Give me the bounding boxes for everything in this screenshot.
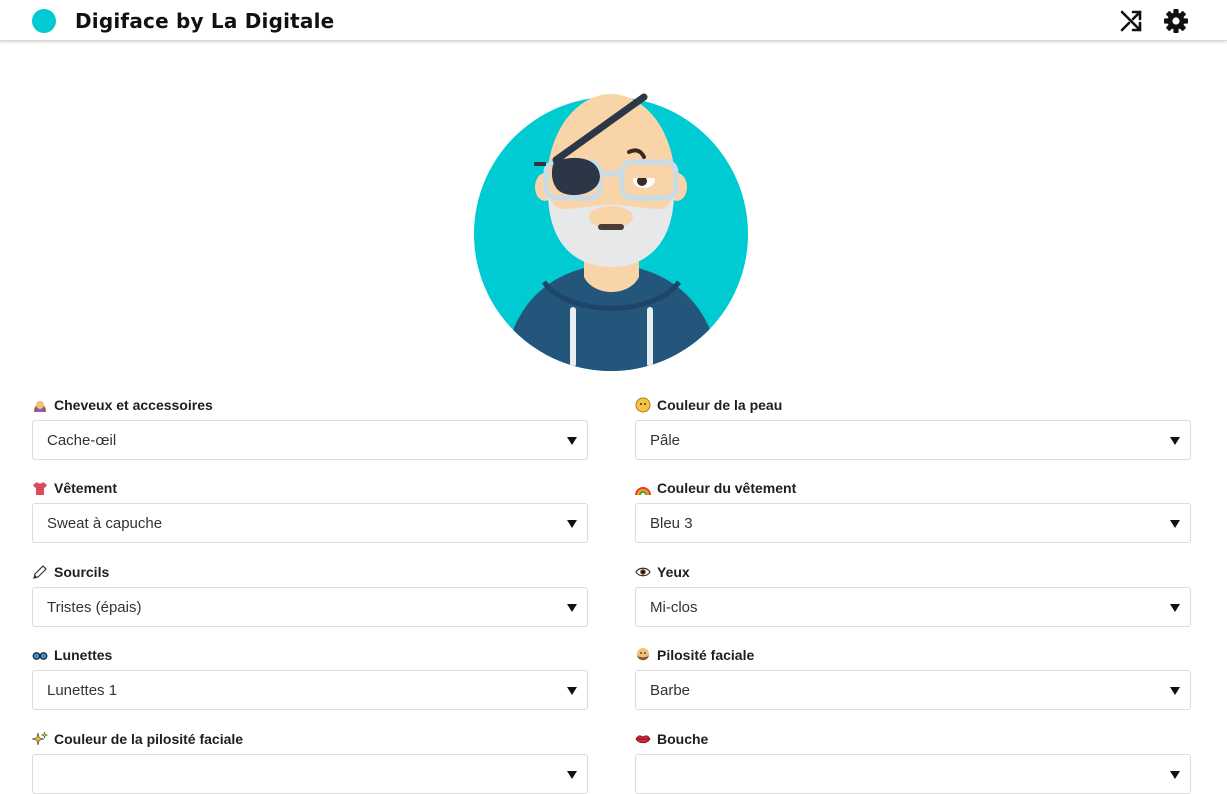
field-label: Sourcils xyxy=(32,563,588,581)
chevron-down-icon xyxy=(1170,771,1180,779)
select-value: Cache-œil xyxy=(47,432,117,449)
select-sourcils[interactable]: Tristes (épais) xyxy=(32,587,588,627)
field-vetement: Vêtement Sweat à capuche xyxy=(32,479,588,543)
sparkles-icon xyxy=(31,731,49,747)
person-hair-icon xyxy=(32,397,48,413)
eye-icon xyxy=(635,564,651,580)
field-label: Couleur du vêtement xyxy=(635,479,1191,497)
select-value: Sweat à capuche xyxy=(47,515,163,532)
avatar-preview xyxy=(474,93,748,371)
field-couleur-vetement: Couleur du vêtement Bleu 3 xyxy=(635,479,1191,543)
field-label: Lunettes xyxy=(32,646,588,664)
field-label: Couleur de la peau xyxy=(635,396,1191,414)
chevron-down-icon xyxy=(1170,687,1180,695)
select-value: Lunettes 1 xyxy=(47,682,118,699)
select-pilosite[interactable]: Barbe xyxy=(635,670,1191,710)
bearded-face-icon xyxy=(635,647,651,663)
field-bouche: Bouche xyxy=(635,730,1191,794)
chevron-down-icon xyxy=(567,604,577,612)
pencil-icon xyxy=(32,564,48,580)
field-label: Pilosité faciale xyxy=(635,646,1191,664)
field-lunettes: Lunettes Lunettes 1 xyxy=(32,646,588,710)
field-yeux: Yeux Mi-clos xyxy=(635,563,1191,627)
app-title: Digiface by La Digitale xyxy=(75,9,335,33)
select-value: Barbe xyxy=(650,682,691,699)
field-couleur-pilosite: Couleur de la pilosité faciale xyxy=(31,730,588,794)
select-cheveux[interactable]: Cache-œil xyxy=(32,420,588,460)
gear-icon xyxy=(1164,9,1188,33)
logo-dot xyxy=(32,9,56,33)
shuffle-button[interactable] xyxy=(1118,8,1146,34)
select-lunettes[interactable]: Lunettes 1 xyxy=(32,670,588,710)
select-value: Pâle xyxy=(650,432,681,449)
chevron-down-icon xyxy=(1170,520,1180,528)
select-vetement[interactable]: Sweat à capuche xyxy=(32,503,588,543)
field-peau: Couleur de la peau Pâle xyxy=(635,396,1191,460)
select-value: Bleu 3 xyxy=(650,515,693,532)
select-peau[interactable]: Pâle xyxy=(635,420,1191,460)
select-couleur-vetement[interactable]: Bleu 3 xyxy=(635,503,1191,543)
shuffle-icon xyxy=(1120,10,1142,32)
field-pilosite: Pilosité faciale Barbe xyxy=(635,646,1191,710)
field-label: Yeux xyxy=(635,563,1191,581)
field-cheveux: Cheveux et accessoires Cache-œil xyxy=(32,396,588,460)
chevron-down-icon xyxy=(567,771,577,779)
chevron-down-icon xyxy=(567,687,577,695)
rainbow-icon xyxy=(635,480,651,496)
chevron-down-icon xyxy=(567,437,577,445)
select-bouche[interactable] xyxy=(635,754,1191,794)
lips-icon xyxy=(635,731,651,747)
app-header: Digiface by La Digitale xyxy=(0,0,1227,41)
select-couleur-pilosite[interactable] xyxy=(32,754,588,794)
select-yeux[interactable]: Mi-clos xyxy=(635,587,1191,627)
field-label: Vêtement xyxy=(32,479,588,497)
field-label: Bouche xyxy=(635,730,1191,748)
field-sourcils: Sourcils Tristes (épais) xyxy=(32,563,588,627)
chevron-down-icon xyxy=(567,520,577,528)
settings-button[interactable] xyxy=(1162,8,1190,34)
field-label: Cheveux et accessoires xyxy=(32,396,588,414)
select-value: Tristes (épais) xyxy=(47,599,142,616)
glasses-icon xyxy=(32,647,48,663)
chevron-down-icon xyxy=(1170,437,1180,445)
tshirt-icon xyxy=(32,480,48,496)
select-value: Mi-clos xyxy=(650,599,698,616)
field-label: Couleur de la pilosité faciale xyxy=(31,730,588,748)
chevron-down-icon xyxy=(1170,604,1180,612)
face-icon xyxy=(635,397,651,413)
